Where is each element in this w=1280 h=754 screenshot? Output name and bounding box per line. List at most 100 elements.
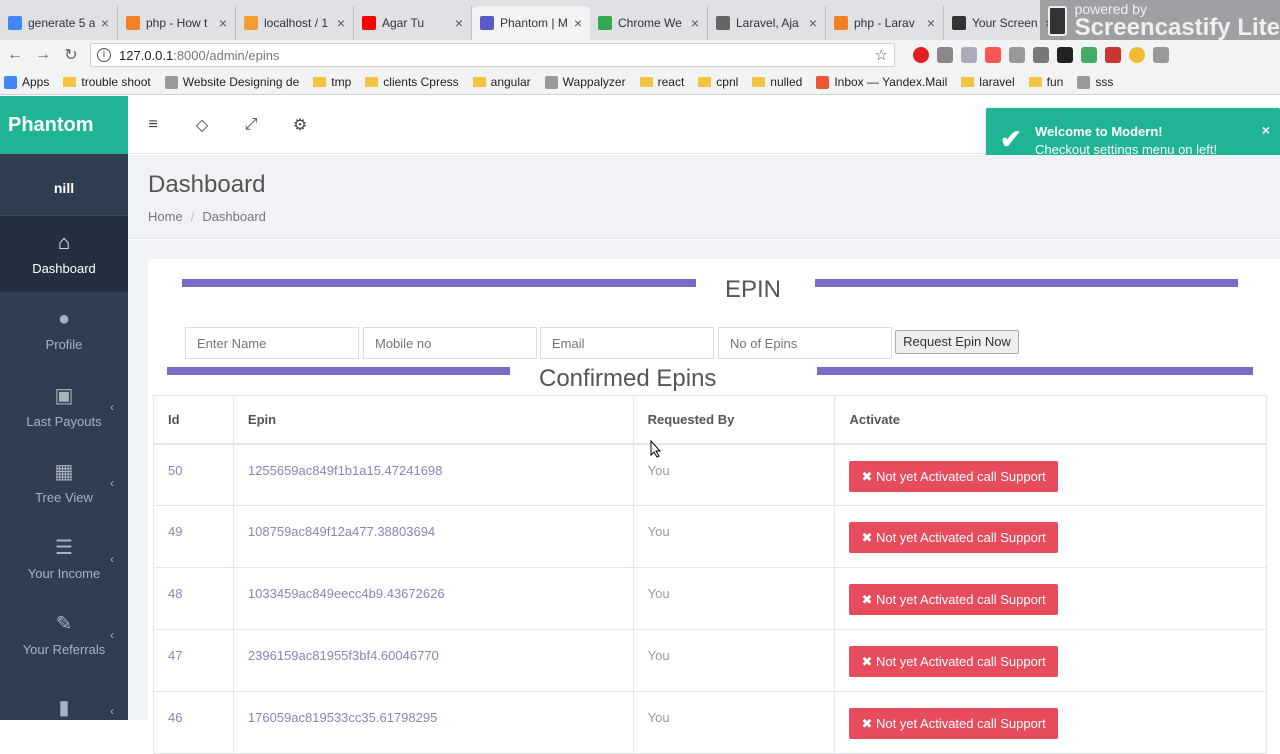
- tab-favicon-icon: [598, 16, 612, 30]
- not-activated-button[interactable]: ✖ Not yet Activated call Support: [849, 708, 1058, 739]
- sidebar-item-label: Tree View: [35, 490, 93, 505]
- expand-icon[interactable]: ⤢: [242, 116, 260, 134]
- breadcrumb-home[interactable]: Home: [148, 209, 183, 224]
- diamond-icon[interactable]: ◇: [193, 115, 211, 135]
- browser-tab[interactable]: php - Larav ×: [826, 6, 944, 40]
- browser-tab[interactable]: Agar Tu ×: [354, 6, 472, 40]
- vue-extension-icon[interactable]: [1081, 47, 1097, 63]
- bookmark-item[interactable]: trouble shoot: [63, 75, 151, 89]
- back-arrow-icon[interactable]: ←: [6, 46, 24, 64]
- folder-icon: [365, 77, 379, 87]
- mobile-input[interactable]: [363, 327, 537, 359]
- name-input[interactable]: [185, 327, 359, 359]
- tab-favicon-icon: [362, 16, 376, 30]
- bookmark-item[interactable]: Wappalyzer: [544, 75, 626, 89]
- tab-favicon-icon: [480, 16, 494, 30]
- epin-code-cell: 2396159ac81955f3bf4.60046770: [232, 629, 634, 692]
- laravel-extension-icon[interactable]: [985, 47, 1001, 63]
- bookmark-label: trouble shoot: [81, 75, 151, 89]
- not-activated-button[interactable]: ✖ Not yet Activated call Support: [849, 646, 1058, 677]
- bookmark-item[interactable]: Website Designing de: [164, 75, 299, 89]
- brand-logo[interactable]: Phantom: [0, 96, 128, 154]
- bookmark-item[interactable]: fun: [1028, 75, 1063, 89]
- menu-icon[interactable]: ≡: [144, 116, 162, 134]
- bookmark-item[interactable]: nulled: [752, 75, 802, 89]
- url-field[interactable]: i 127.0.0.1:8000/admin/epins ☆: [90, 43, 895, 67]
- tab-close-icon[interactable]: ×: [809, 15, 817, 31]
- sidebar-item-tree-view[interactable]: ▦ Tree View ‹: [0, 444, 128, 520]
- tab-close-icon[interactable]: ×: [691, 15, 699, 31]
- sidebar-item-your-referrals[interactable]: ✎ Your Referrals ‹: [0, 596, 128, 672]
- column-header: Requested By: [632, 395, 836, 445]
- bookmark-item[interactable]: sss: [1077, 75, 1113, 89]
- not-activated-button[interactable]: ✖ Not yet Activated call Support: [849, 460, 1058, 492]
- main-content: EPIN Request Epin Now Confirmed Epins Id…: [128, 240, 1280, 754]
- bookmark-extension-icon[interactable]: [1105, 47, 1121, 63]
- browser-tab[interactable]: Phantom | M ×: [472, 6, 590, 40]
- bookmark-item[interactable]: react: [639, 75, 684, 89]
- bookmark-item[interactable]: tmp: [313, 75, 351, 89]
- jetbrains-extension-icon[interactable]: [1057, 47, 1073, 63]
- info-icon[interactable]: i: [97, 48, 111, 62]
- folder-icon: [961, 77, 975, 87]
- bookmark-item[interactable]: cpnl: [698, 75, 738, 89]
- tab-close-icon[interactable]: ×: [337, 15, 345, 31]
- sidebar-item-stats[interactable]: ▮ ‹: [0, 672, 128, 748]
- email-input[interactable]: [540, 327, 714, 359]
- chrome-extension-icon[interactable]: [1129, 47, 1145, 63]
- bookmark-star-icon[interactable]: ☆: [875, 46, 888, 64]
- browser-tab[interactable]: generate 5 a ×: [0, 6, 118, 40]
- folder-icon: [698, 77, 712, 87]
- epin-count-input[interactable]: [718, 327, 892, 359]
- sidebar-item-dashboard[interactable]: ⌂ Dashboard: [0, 216, 128, 292]
- epin-code-cell: 176059ac819533cc35.61798295: [232, 691, 634, 754]
- globe-extension-icon[interactable]: [961, 47, 977, 63]
- tab-close-icon[interactable]: ×: [455, 15, 463, 31]
- tab-close-icon[interactable]: ×: [219, 15, 227, 31]
- camera-extension-icon[interactable]: [1009, 47, 1025, 63]
- url-path: :8000/admin/epins: [173, 47, 280, 63]
- opera-extension-icon[interactable]: [913, 47, 929, 63]
- chevron-left-icon: ‹: [110, 552, 114, 566]
- bookmark-item[interactable]: Apps: [4, 75, 49, 89]
- home-icon: ⌂: [57, 232, 71, 254]
- briefcase-icon: ▣: [54, 385, 74, 407]
- column-header: Epin: [232, 395, 634, 445]
- request-epin-button[interactable]: Request Epin Now: [895, 330, 1019, 354]
- not-activated-button[interactable]: ✖ Not yet Activated call Support: [849, 584, 1058, 615]
- browser-tab[interactable]: Laravel, Aja ×: [708, 6, 826, 40]
- user-name[interactable]: nill: [0, 154, 128, 216]
- shield-extension-icon[interactable]: [1033, 47, 1049, 63]
- browser-tab[interactable]: php - How t ×: [118, 6, 236, 40]
- bookmark-item[interactable]: Inbox — Yandex.Mail: [816, 75, 947, 89]
- eyedropper-extension-icon[interactable]: [937, 47, 953, 63]
- forward-arrow-icon[interactable]: →: [34, 46, 52, 64]
- not-activated-button[interactable]: ✖ Not yet Activated call Support: [849, 522, 1058, 553]
- settings-icon[interactable]: ⚙: [291, 115, 309, 135]
- epin-id-cell: 49: [153, 505, 234, 568]
- bookmark-item[interactable]: laravel: [961, 75, 1015, 89]
- tab-close-icon[interactable]: ×: [101, 15, 109, 31]
- tab-close-icon[interactable]: ×: [927, 15, 935, 31]
- bar-chart-icon: ▮: [58, 696, 70, 719]
- puzzle-extension-icon[interactable]: [1153, 47, 1169, 63]
- bookmark-label: angular: [490, 75, 531, 89]
- bookmark-item[interactable]: angular: [472, 75, 531, 89]
- sidebar-item-label: Dashboard: [32, 261, 96, 276]
- bookmark-item[interactable]: clients Cpress: [365, 75, 459, 89]
- sidebar-item-profile[interactable]: ● Profile: [0, 292, 128, 368]
- sidebar-item-label: Profile: [45, 337, 83, 352]
- reload-icon[interactable]: ↻: [62, 45, 80, 65]
- browser-tab[interactable]: localhost / 1 ×: [236, 6, 354, 40]
- tab-close-icon[interactable]: ×: [574, 15, 582, 31]
- sidebar-item-last-payouts[interactable]: ▣ Last Payouts ‹: [0, 368, 128, 444]
- screencastify-logo: [1048, 6, 1067, 36]
- browser-tab[interactable]: Chrome We ×: [590, 6, 708, 40]
- toast-close-icon[interactable]: ×: [1262, 122, 1270, 138]
- confirmed-divider-left: [167, 367, 510, 375]
- page-header: Dashboard Home / Dashboard: [128, 155, 1280, 239]
- breadcrumb-separator: /: [190, 209, 195, 224]
- sidebar-item-your-income[interactable]: ☰ Your Income ‹: [0, 520, 128, 596]
- bookmark-label: tmp: [331, 75, 352, 89]
- requested-by-cell: You: [632, 567, 836, 630]
